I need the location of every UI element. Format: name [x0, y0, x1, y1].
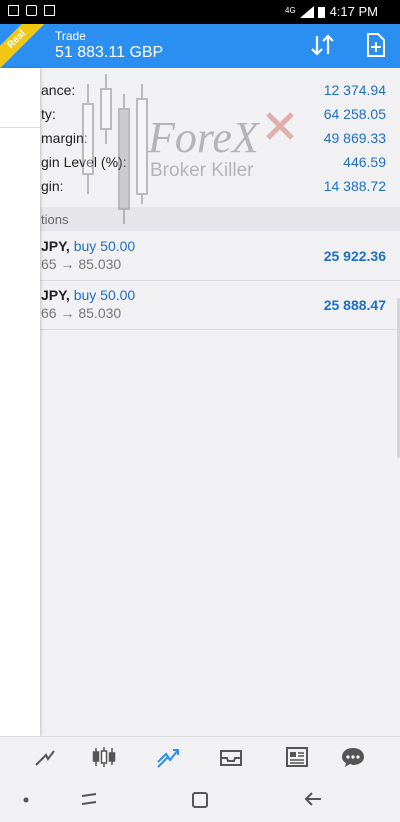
status-bar: 4G 4:17 PM [0, 0, 400, 24]
sort-arrows-icon[interactable] [308, 30, 338, 60]
inbox-icon[interactable] [218, 745, 244, 769]
clock: 4:17 PM [329, 4, 378, 19]
network-label: 4G [285, 6, 296, 15]
watermark-x-mark [266, 112, 294, 140]
position-symbol-text: JPY, [41, 238, 70, 254]
dot-icon [23, 797, 29, 803]
account-row-value: 446.59 [343, 154, 386, 170]
real-account-badge: Real [0, 24, 44, 68]
page-title: Trade [55, 29, 86, 43]
position-symbol: JPY, buy 50.00 [41, 287, 135, 303]
trade-icon[interactable] [155, 745, 181, 769]
forex-watermark: ForeX Broker Killer [82, 74, 294, 224]
notification-icon [44, 5, 55, 16]
position-row[interactable]: JPY, buy 50.00 65 → 85.030 25 922.36 [0, 232, 400, 281]
drawer-divider [0, 127, 40, 128]
account-row-value: 49 869.33 [323, 130, 386, 146]
position-price: 65 → 85.030 [41, 256, 122, 272]
position-profit: 25 922.36 [323, 248, 386, 264]
account-row-value: 14 388.72 [323, 178, 386, 194]
app-header: Trade 51 883.11 GBP [0, 24, 400, 68]
battery-icon [318, 7, 325, 18]
badge-label: Real [0, 24, 44, 68]
position-row[interactable]: JPY, buy 50.00 66 → 85.030 25 888.47 [0, 281, 400, 330]
chart-icon[interactable] [32, 745, 58, 769]
account-row-value: 12 374.94 [323, 82, 386, 98]
chat-icon[interactable] [340, 745, 366, 769]
watermark-title: ForeX [147, 113, 261, 162]
position-price: 66 → 85.030 [41, 305, 122, 321]
new-document-icon[interactable] [360, 30, 390, 60]
signal-icon [300, 6, 314, 18]
balance-display: 51 883.11 GBP [55, 44, 164, 61]
recent-apps-icon[interactable] [78, 790, 100, 808]
candlestick-icon[interactable] [91, 745, 117, 769]
navigation-drawer[interactable] [0, 68, 40, 736]
account-row-label: ty: [41, 106, 56, 122]
position-symbol-text: JPY, [41, 287, 70, 303]
watermark-subtitle: Broker Killer [150, 160, 254, 181]
account-row-value: 64 258.05 [323, 106, 386, 122]
home-icon[interactable] [190, 790, 210, 810]
position-symbol: JPY, buy 50.00 [41, 238, 135, 254]
account-row-label: gin: [41, 178, 64, 194]
bottom-navigation [0, 736, 400, 777]
image-icon [8, 5, 19, 16]
position-direction: buy 50.00 [73, 238, 136, 254]
position-direction: buy 50.00 [73, 287, 136, 303]
back-icon[interactable] [302, 790, 324, 808]
mail-icon [26, 5, 37, 16]
system-navigation-bar [0, 776, 400, 822]
positions-header-label: tions [41, 212, 69, 227]
news-icon[interactable] [284, 745, 310, 769]
account-row-label: ance: [41, 82, 76, 98]
position-profit: 25 888.47 [323, 297, 386, 313]
